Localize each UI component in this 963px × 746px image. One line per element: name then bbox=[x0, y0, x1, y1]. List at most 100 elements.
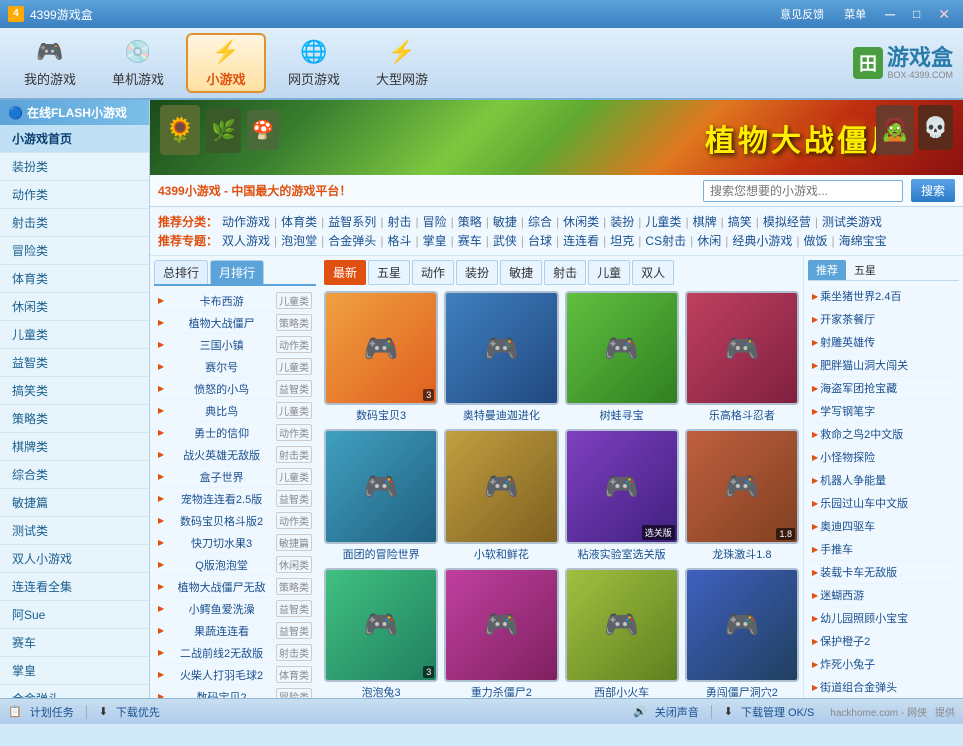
sidebar-item-two-player[interactable]: 双人小游戏 bbox=[0, 545, 149, 573]
tab-single-games[interactable]: 💿 单机游戏 bbox=[98, 33, 178, 93]
rec-item[interactable]: 乐园过山车中文版 bbox=[808, 492, 959, 515]
topic-race[interactable]: 赛车 bbox=[458, 232, 482, 249]
topic-cs[interactable]: CS射击 bbox=[645, 232, 686, 249]
feedback-link[interactable]: 意见反馈 bbox=[774, 4, 830, 24]
cat-adventure[interactable]: 冒险 bbox=[423, 213, 447, 230]
cat-casual[interactable]: 休闲类 bbox=[563, 213, 599, 230]
rec-item[interactable]: 装载卡车无敌版 bbox=[808, 561, 959, 584]
rec-item[interactable]: 救命之鸟2中文版 bbox=[808, 423, 959, 446]
rec-item[interactable]: 机器人争能量 bbox=[808, 469, 959, 492]
cat-agile[interactable]: 敏捷 bbox=[493, 213, 517, 230]
topic-bubble[interactable]: 泡泡堂 bbox=[281, 232, 317, 249]
game-card[interactable]: 🎮 选关版 粘液实验室选关版 bbox=[565, 429, 679, 561]
topic-billiard[interactable]: 台球 bbox=[528, 232, 552, 249]
game-card[interactable]: 🎮 3 泡泡兔3 bbox=[324, 568, 438, 699]
game-card[interactable]: 🎮 勇闯僵尸洞穴2 bbox=[685, 568, 799, 699]
sidebar-item-shoot[interactable]: 射击类 bbox=[0, 209, 149, 237]
tab-recommend[interactable]: 推荐 bbox=[808, 260, 846, 280]
sidebar-item-metal[interactable]: 合金弹头 bbox=[0, 685, 149, 698]
game-card[interactable]: 🎮 重力杀僵尸2 bbox=[444, 568, 558, 699]
game-card[interactable]: 🎮 1.8 龙珠激斗1.8 bbox=[685, 429, 799, 561]
game-list-item[interactable]: 小鳄鱼爱洗澡益智类 bbox=[154, 598, 316, 620]
topic-fight[interactable]: 格斗 bbox=[387, 232, 411, 249]
rec-item[interactable]: 肥胖猫山洞大闯关 bbox=[808, 354, 959, 377]
tab-mini-games[interactable]: ⚡ 小游戏 bbox=[186, 33, 266, 93]
tab-fivestar-rec[interactable]: 五星 bbox=[846, 260, 884, 280]
game-list-item[interactable]: 植物大战僵尸策略类 bbox=[154, 312, 316, 334]
sidebar-item-agile[interactable]: 敏捷篇 bbox=[0, 489, 149, 517]
subtab-fivestar[interactable]: 五星 bbox=[368, 260, 410, 285]
game-card[interactable]: 🎮 小软和鲜花 bbox=[444, 429, 558, 561]
rec-item[interactable]: 海盗军团抢宝藏 bbox=[808, 377, 959, 400]
rec-item[interactable]: 保护橙子2 bbox=[808, 630, 959, 653]
rec-item[interactable]: 幼儿园照顾小宝宝 bbox=[808, 607, 959, 630]
topic-palm[interactable]: 掌皇 bbox=[423, 232, 447, 249]
subtab-agile[interactable]: 敏捷 bbox=[500, 260, 542, 285]
subtab-dress[interactable]: 装扮 bbox=[456, 260, 498, 285]
game-list-item[interactable]: 数码宝贝2冒险类 bbox=[154, 686, 316, 698]
sidebar-item-action[interactable]: 动作类 bbox=[0, 181, 149, 209]
sidebar-item-sports[interactable]: 体育类 bbox=[0, 265, 149, 293]
sound-label[interactable]: 关闭声音 bbox=[655, 704, 699, 720]
rec-item[interactable]: 小怪物探险 bbox=[808, 446, 959, 469]
sidebar-item-lianliankan[interactable]: 连连看全集 bbox=[0, 573, 149, 601]
cat-test[interactable]: 测试类游戏 bbox=[822, 213, 882, 230]
tab-big-games[interactable]: ⚡ 大型网游 bbox=[362, 33, 442, 93]
game-list-item[interactable]: 愤怒的小鸟益智类 bbox=[154, 378, 316, 400]
game-list-item[interactable]: Q版泡泡堂休闲类 bbox=[154, 554, 316, 576]
game-list-item[interactable]: 卡布西游儿童类 bbox=[154, 290, 316, 312]
topic-classic[interactable]: 经典小游戏 bbox=[732, 232, 792, 249]
cat-sports[interactable]: 体育类 bbox=[281, 213, 317, 230]
sidebar-item-puzzle[interactable]: 益智类 bbox=[0, 349, 149, 377]
topic-leisure[interactable]: 休闲 bbox=[697, 232, 721, 249]
subtab-shoot[interactable]: 射击 bbox=[544, 260, 586, 285]
cat-dress[interactable]: 装扮 bbox=[610, 213, 634, 230]
game-list-item[interactable]: 三国小镇动作类 bbox=[154, 334, 316, 356]
search-button[interactable]: 搜索 bbox=[911, 179, 955, 202]
sidebar-item-casual[interactable]: 休闲类 bbox=[0, 293, 149, 321]
tab-web-games[interactable]: 🌐 网页游戏 bbox=[274, 33, 354, 93]
cat-children[interactable]: 儿童类 bbox=[645, 213, 681, 230]
search-input[interactable] bbox=[703, 180, 903, 202]
download-priority-label[interactable]: 下载优先 bbox=[116, 704, 160, 720]
cat-comprehensive[interactable]: 综合 bbox=[528, 213, 552, 230]
rec-item[interactable]: 迷蝴西游 bbox=[808, 584, 959, 607]
sidebar-item-dress[interactable]: 装扮类 bbox=[0, 153, 149, 181]
game-list-item[interactable]: 数码宝贝格斗版2动作类 bbox=[154, 510, 316, 532]
cat-strategy[interactable]: 策略 bbox=[458, 213, 482, 230]
tab-my-games[interactable]: 🎮 我的游戏 bbox=[10, 33, 90, 93]
sidebar-item-race[interactable]: 赛车 bbox=[0, 629, 149, 657]
game-list-item[interactable]: 火柴人打羽毛球2体育类 bbox=[154, 664, 316, 686]
sidebar-item-strategy[interactable]: 策略类 bbox=[0, 405, 149, 433]
maximize-button[interactable]: □ bbox=[908, 7, 925, 21]
cat-action[interactable]: 动作游戏 bbox=[222, 213, 270, 230]
topic-tank[interactable]: 坦克 bbox=[610, 232, 634, 249]
minimize-button[interactable]: ─ bbox=[880, 6, 900, 22]
game-list-item[interactable]: 植物大战僵尸无敌策略类 bbox=[154, 576, 316, 598]
rec-item[interactable]: 学写钢笔字 bbox=[808, 400, 959, 423]
cat-shoot[interactable]: 射击 bbox=[387, 213, 411, 230]
sidebar-item-children[interactable]: 儿童类 bbox=[0, 321, 149, 349]
game-list-item[interactable]: 战火英雄无敌版射击类 bbox=[154, 444, 316, 466]
cat-sim[interactable]: 模拟经营 bbox=[763, 213, 811, 230]
subtab-new[interactable]: 最新 bbox=[324, 260, 366, 285]
game-card[interactable]: 🎮 奥特曼迪迦进化 bbox=[444, 291, 558, 423]
topic-cook[interactable]: 做饭 bbox=[804, 232, 828, 249]
game-card[interactable]: 🎮 面团的冒险世界 bbox=[324, 429, 438, 561]
topic-wuxia[interactable]: 武侠 bbox=[493, 232, 517, 249]
subtab-two[interactable]: 双人 bbox=[632, 260, 674, 285]
sidebar-item-board[interactable]: 棋牌类 bbox=[0, 433, 149, 461]
game-list-item[interactable]: 二战前线2无敌版射击类 bbox=[154, 642, 316, 664]
cat-puzzle[interactable]: 益智系列 bbox=[328, 213, 376, 230]
rec-item[interactable]: 炸死小兔子 bbox=[808, 653, 959, 676]
topic-llk[interactable]: 连连看 bbox=[563, 232, 599, 249]
cat-funny[interactable]: 搞笑 bbox=[728, 213, 752, 230]
download-status-label[interactable]: 下载管理 OK/S bbox=[741, 704, 814, 720]
subtab-children[interactable]: 儿童 bbox=[588, 260, 630, 285]
sidebar-item-test[interactable]: 测试类 bbox=[0, 517, 149, 545]
game-list-item[interactable]: 果蔬连连看益智类 bbox=[154, 620, 316, 642]
topic-2player[interactable]: 双人游戏 bbox=[222, 232, 270, 249]
game-list-item[interactable]: 赛尔号儿童类 bbox=[154, 356, 316, 378]
rec-item[interactable]: 乘坐猪世界2.4百 bbox=[808, 285, 959, 308]
rec-item[interactable]: 开家茶餐厅 bbox=[808, 308, 959, 331]
